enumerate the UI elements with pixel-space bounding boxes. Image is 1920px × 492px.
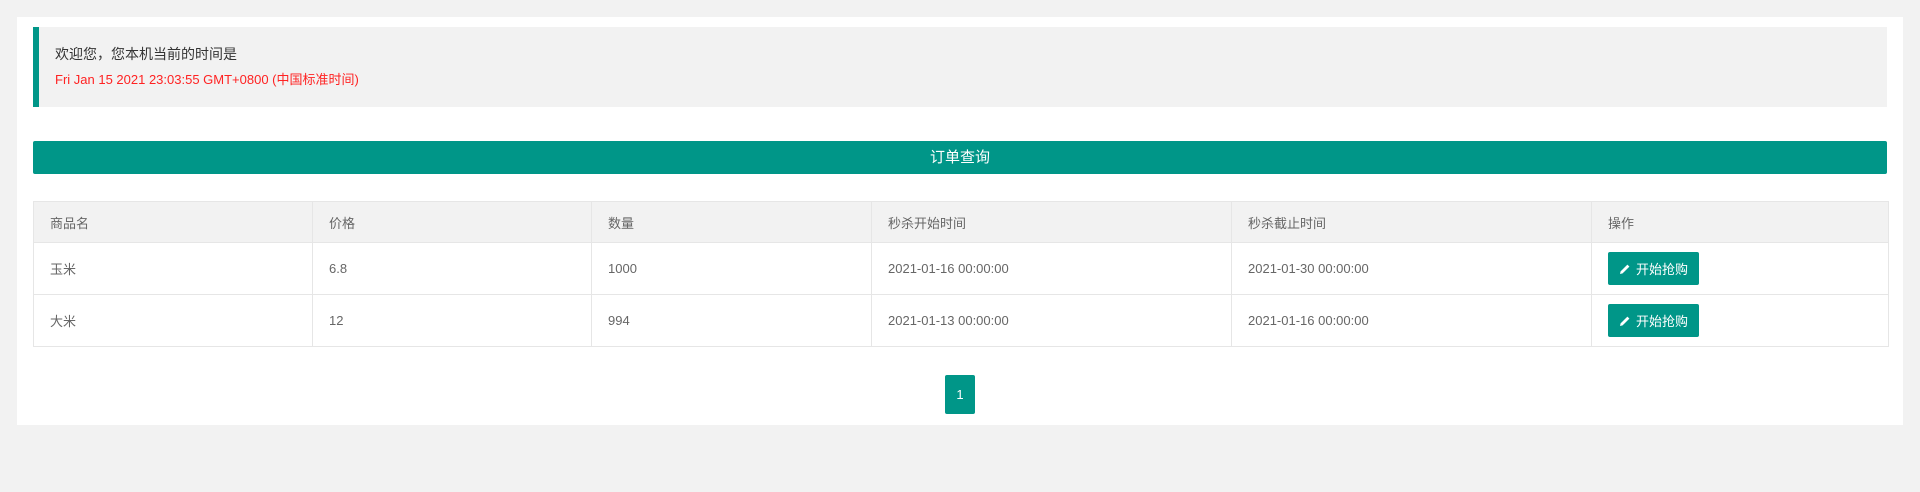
order-query-button[interactable]: 订单查询 xyxy=(33,141,1887,174)
page-1-button[interactable]: 1 xyxy=(945,375,975,414)
cell-end-time: 2021-01-16 00:00:00 xyxy=(1231,294,1592,347)
header-start-time: 秒杀开始时间 xyxy=(871,201,1232,243)
cell-quantity: 1000 xyxy=(591,242,872,295)
table-row: 玉米 6.8 1000 2021-01-16 00:00:00 2021-01-… xyxy=(33,242,1889,295)
product-table: 商品名 价格 数量 秒杀开始时间 秒杀截止时间 操作 玉米 6.8 1000 2… xyxy=(33,201,1889,347)
table-row: 大米 12 994 2021-01-13 00:00:00 2021-01-16… xyxy=(33,294,1889,347)
start-buy-button[interactable]: 开始抢购 xyxy=(1608,304,1700,337)
cell-price: 12 xyxy=(312,294,592,347)
pencil-icon xyxy=(1620,264,1630,274)
header-quantity: 数量 xyxy=(591,201,872,243)
main-card: 欢迎您，您本机当前的时间是 Fri Jan 15 2021 23:03:55 G… xyxy=(17,17,1903,425)
start-buy-button[interactable]: 开始抢购 xyxy=(1608,252,1700,285)
cell-action: 开始抢购 xyxy=(1591,242,1889,295)
cell-quantity: 994 xyxy=(591,294,872,347)
header-price: 价格 xyxy=(312,201,592,243)
header-product-name: 商品名 xyxy=(33,201,313,243)
cell-price: 6.8 xyxy=(312,242,592,295)
cell-action: 开始抢购 xyxy=(1591,294,1889,347)
header-action: 操作 xyxy=(1591,201,1889,243)
cell-end-time: 2021-01-30 00:00:00 xyxy=(1231,242,1592,295)
cell-product-name: 玉米 xyxy=(33,242,313,295)
cell-start-time: 2021-01-16 00:00:00 xyxy=(871,242,1232,295)
start-buy-label: 开始抢购 xyxy=(1636,314,1689,329)
header-end-time: 秒杀截止时间 xyxy=(1231,201,1592,243)
pencil-icon xyxy=(1620,316,1630,326)
notice-title: 欢迎您，您本机当前的时间是 xyxy=(55,46,237,62)
cell-start-time: 2021-01-13 00:00:00 xyxy=(871,294,1232,347)
start-buy-label: 开始抢购 xyxy=(1636,262,1689,277)
table-header-row: 商品名 价格 数量 秒杀开始时间 秒杀截止时间 操作 xyxy=(33,201,1889,243)
current-time: Fri Jan 15 2021 23:03:55 GMT+0800 (中国标准时… xyxy=(55,72,359,87)
time-notice: 欢迎您，您本机当前的时间是 Fri Jan 15 2021 23:03:55 G… xyxy=(33,27,1887,107)
cell-product-name: 大米 xyxy=(33,294,313,347)
